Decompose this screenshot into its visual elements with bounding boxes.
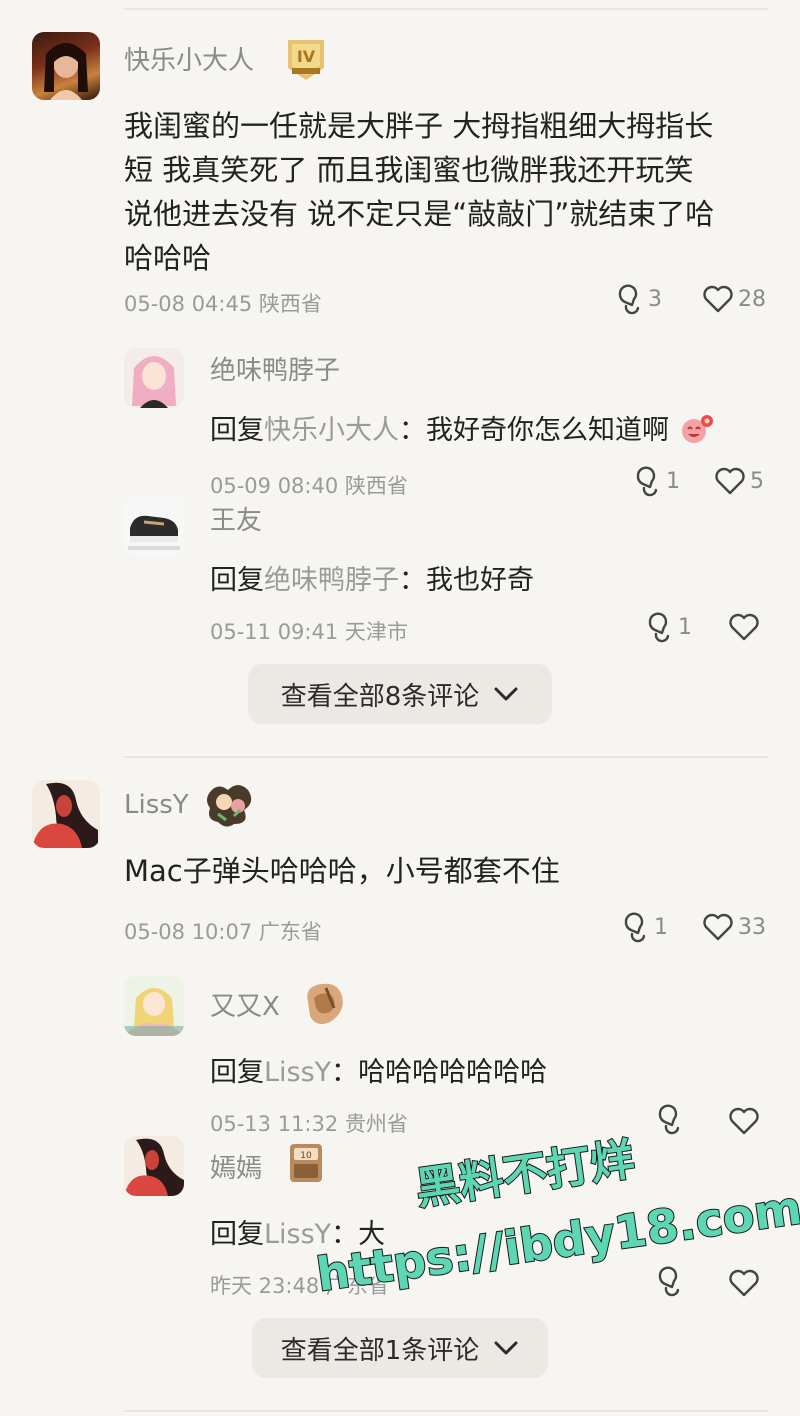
chevron-down-icon: [494, 1341, 518, 1355]
heart-icon: [729, 613, 759, 641]
reply-body: ：大: [331, 1219, 386, 1250]
reply-count: 1: [666, 468, 680, 494]
like-button[interactable]: [728, 612, 760, 642]
heart-icon: [703, 285, 733, 313]
comment-text-line: 说他进去没有 说不定只是“敲敲门”就结束了哈: [124, 197, 715, 231]
reply-username[interactable]: 绝味鸭脖子: [210, 350, 340, 387]
reply-body: ：哈哈哈哈哈哈哈: [331, 1057, 548, 1088]
reply-text: 回复LissY：哈哈哈哈哈哈哈: [210, 1050, 547, 1089]
svg-text:IV: IV: [297, 47, 316, 66]
reply-text: 回复LissY：大: [210, 1212, 385, 1251]
reply-button[interactable]: 1: [642, 610, 692, 644]
avatar[interactable]: [124, 496, 184, 556]
reply-mention[interactable]: LissY: [264, 1057, 331, 1088]
reply-time-location: 05-13 11:32 贵州省: [210, 1112, 408, 1136]
reply-icon: [624, 912, 646, 943]
comment-text-line: 哈哈哈: [124, 241, 212, 275]
heart-icon: [703, 913, 733, 941]
reply-body: ：我好奇你怎么知道啊: [399, 415, 669, 446]
chevron-down-icon: [494, 687, 518, 701]
reply-button[interactable]: 1: [618, 910, 668, 944]
username[interactable]: 快乐小大人: [124, 40, 254, 77]
reply-time-location: 05-09 08:40 陕西省: [210, 474, 408, 498]
reply-text: 回复快乐小大人：我好奇你怎么知道啊: [210, 408, 714, 447]
like-count: 33: [738, 914, 766, 940]
avatar[interactable]: [32, 780, 100, 848]
avatar[interactable]: [124, 976, 184, 1036]
laughing-emoji-icon: [681, 415, 713, 443]
comment-time-location: 05-08 04:45 陕西省: [124, 292, 322, 316]
reply-prefix: 回复: [210, 565, 264, 596]
reply-icon: [658, 1266, 680, 1297]
like-button[interactable]: 33: [702, 912, 766, 942]
avatar[interactable]: [124, 348, 184, 408]
reply-button[interactable]: 1: [630, 464, 680, 498]
like-count: 28: [738, 286, 766, 312]
like-count: 5: [750, 468, 764, 494]
comment-time-location: 05-08 10:07 广东省: [124, 920, 322, 944]
heart-icon: [729, 1107, 759, 1135]
reply-username[interactable]: 王友: [210, 500, 262, 537]
reply-icon: [658, 1104, 680, 1135]
reply-body: ：我也好奇: [399, 565, 534, 596]
reply-button[interactable]: [652, 1102, 684, 1136]
reply-mention[interactable]: LissY: [264, 1219, 331, 1250]
divider: [124, 8, 768, 10]
reply-count: 1: [678, 614, 692, 640]
reply-icon: [618, 284, 640, 315]
heart-icon: [729, 1269, 759, 1297]
like-button[interactable]: [728, 1268, 760, 1298]
view-all-replies-button[interactable]: 查看全部8条评论: [248, 664, 552, 724]
reply-time-location: 05-11 09:41 天津市: [210, 620, 408, 644]
reply-icon: [648, 612, 670, 643]
divider: [124, 1410, 768, 1412]
reply-count: 1: [654, 914, 668, 940]
reply-text: 回复绝味鸭脖子：我也好奇: [210, 558, 534, 597]
wallet-badge-icon: 10: [288, 1140, 332, 1184]
reply-time-location: 昨天 23:48 广东省: [210, 1274, 389, 1298]
comment-text-line: 我闺蜜的一任就是大胖子 大拇指粗细大拇指长: [124, 109, 714, 143]
level-badge-icon: IV: [284, 34, 328, 80]
flower-badge-icon: [204, 780, 252, 827]
reply-mention[interactable]: 快乐小大人: [264, 415, 399, 446]
view-all-replies-button[interactable]: 查看全部1条评论: [252, 1318, 548, 1378]
reply-button[interactable]: 3: [612, 282, 662, 316]
wooden-badge-icon: [300, 978, 344, 1024]
avatar[interactable]: [124, 1136, 184, 1196]
like-button[interactable]: 28: [702, 284, 766, 314]
reply-prefix: 回复: [210, 1057, 264, 1088]
svg-text:10: 10: [300, 1151, 312, 1161]
watermark-line1: 黑料不打烊: [413, 1134, 638, 1215]
username[interactable]: LissY: [124, 790, 189, 820]
reply-icon: [636, 466, 658, 497]
reply-prefix: 回复: [210, 1219, 264, 1250]
view-all-replies-label: 查看全部8条评论: [280, 681, 480, 712]
like-button[interactable]: [728, 1106, 760, 1136]
reply-username[interactable]: 又又X: [210, 986, 280, 1023]
view-all-replies-label: 查看全部1条评论: [280, 1335, 480, 1366]
reply-mention[interactable]: 绝味鸭脖子: [264, 565, 399, 596]
comment-text: Mac子弹头哈哈哈，小号都套不住: [124, 854, 560, 888]
comment-text: 我闺蜜的一任就是大胖子 大拇指粗细大拇指长 短 我真笑死了 而且我闺蜜也微胖我还…: [124, 104, 754, 280]
like-button[interactable]: 5: [714, 466, 764, 496]
heart-icon: [715, 467, 745, 495]
reply-username[interactable]: 嫣嫣: [210, 1148, 262, 1185]
divider: [124, 756, 768, 758]
avatar[interactable]: [32, 32, 100, 100]
reply-button[interactable]: [652, 1264, 684, 1298]
reply-count: 3: [648, 286, 662, 312]
comment-text-line: 短 我真笑死了 而且我闺蜜也微胖我还开玩笑: [124, 153, 694, 187]
reply-prefix: 回复: [210, 415, 264, 446]
